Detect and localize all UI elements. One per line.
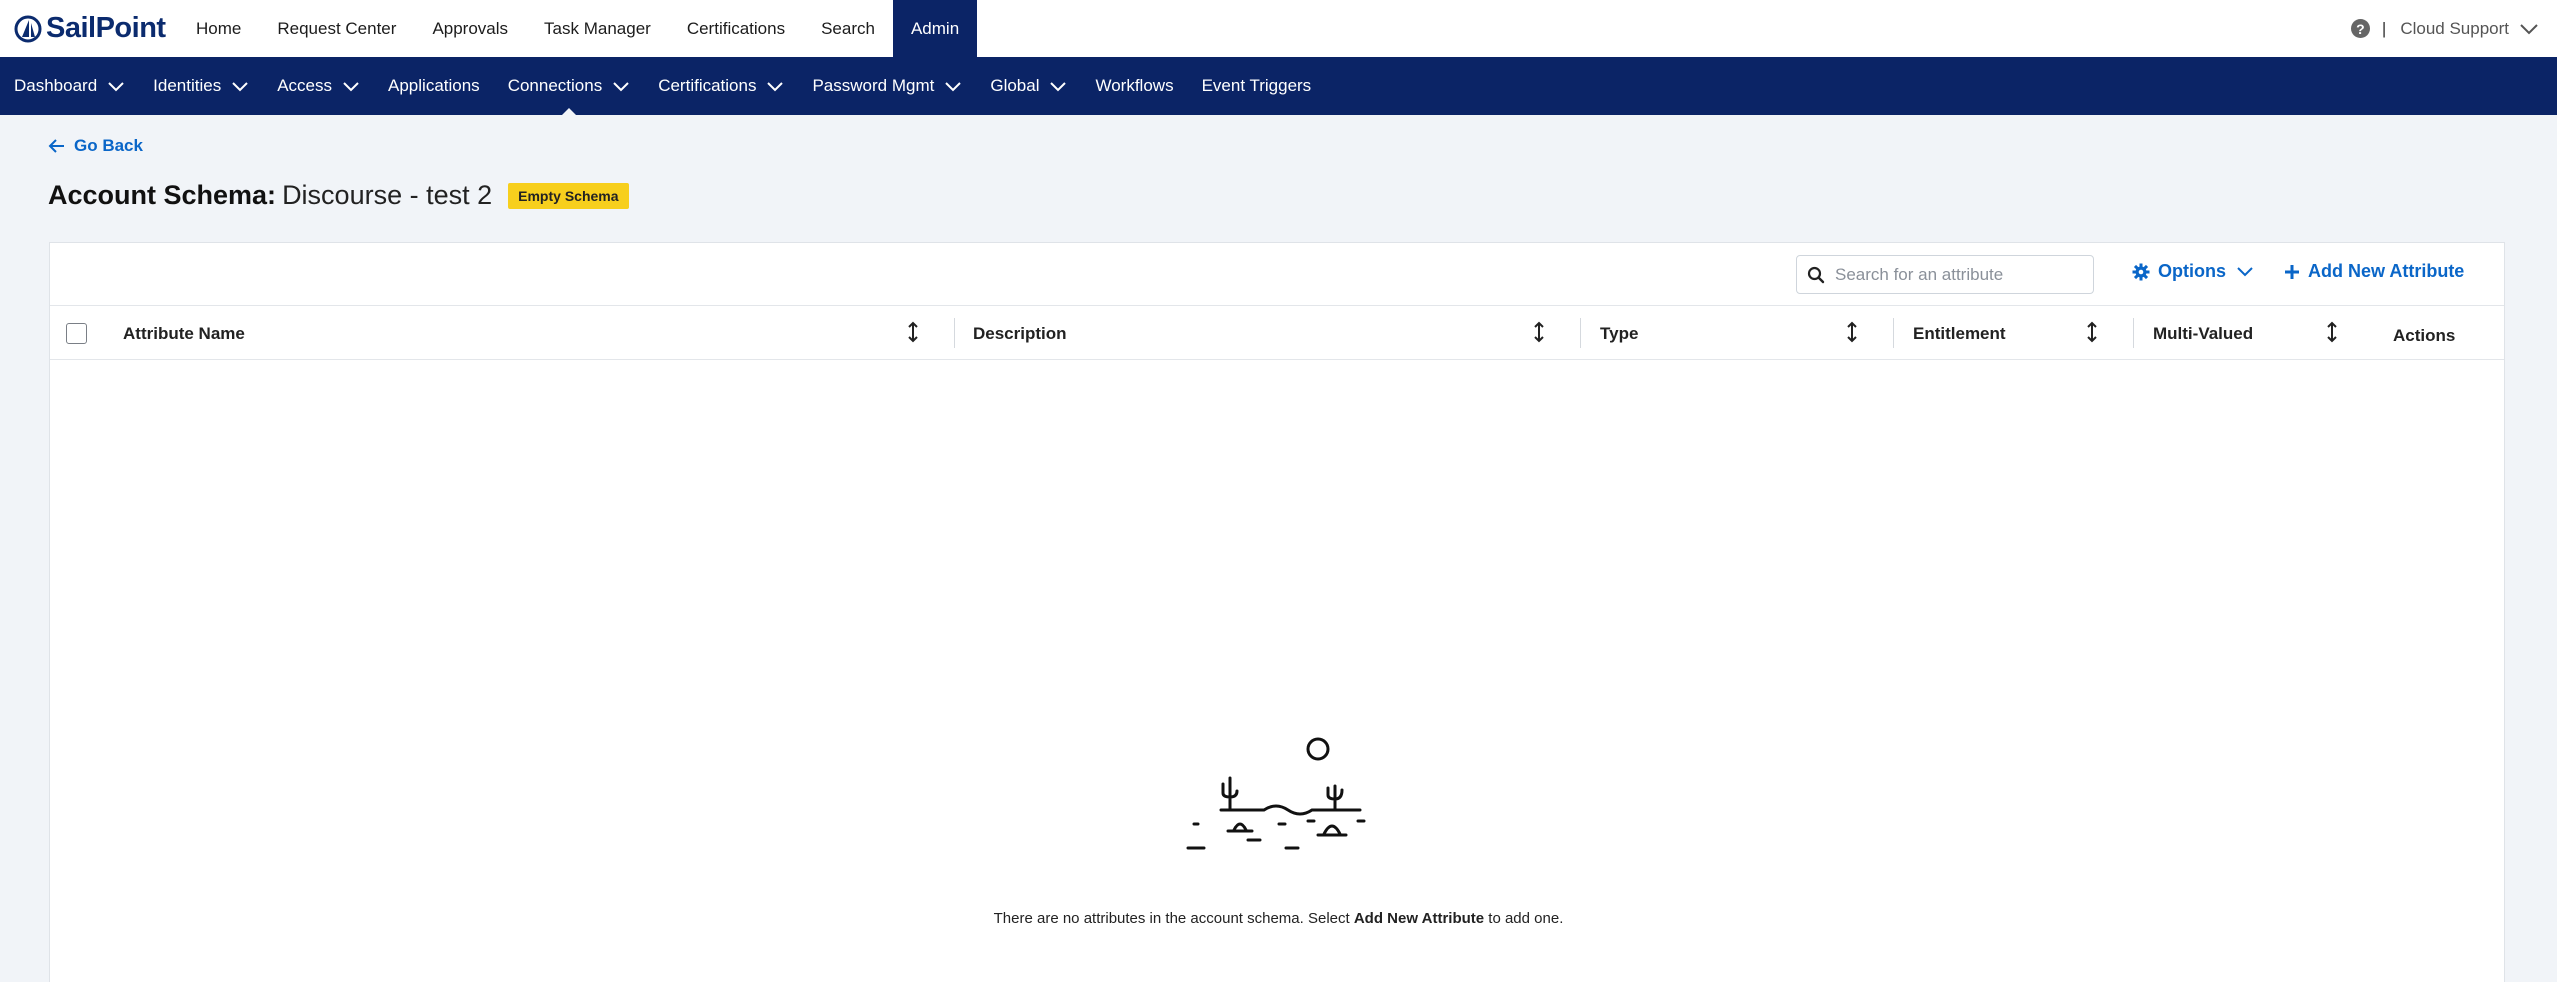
plus-icon bbox=[2285, 264, 2299, 279]
column-divider bbox=[1893, 318, 1894, 348]
column-header-attribute-name[interactable]: Attribute Name bbox=[123, 306, 245, 361]
sub-nav-identities[interactable]: Identities bbox=[139, 57, 263, 115]
user-menu-label[interactable]: Cloud Support bbox=[2400, 19, 2509, 39]
sub-nav-connections[interactable]: Connections bbox=[494, 57, 645, 115]
column-header-description[interactable]: Description bbox=[973, 306, 1067, 361]
chevron-down-icon bbox=[107, 81, 125, 92]
sailpoint-logo[interactable]: SailPoint bbox=[0, 0, 170, 57]
chevron-down-icon bbox=[766, 81, 784, 92]
sort-icon[interactable] bbox=[2086, 320, 2098, 344]
empty-message-text-end: to add one. bbox=[1484, 910, 1564, 927]
sub-nav-access[interactable]: Access bbox=[263, 57, 374, 115]
top-nav: Home Request Center Approvals Task Manag… bbox=[178, 0, 978, 57]
chevron-down-icon bbox=[1049, 81, 1067, 92]
top-right-area: ? | Cloud Support bbox=[2350, 0, 2539, 57]
column-header-type[interactable]: Type bbox=[1600, 306, 1638, 361]
table-toolbar: Options Add New Attribute bbox=[50, 243, 2504, 305]
sub-nav-password-mgmt[interactable]: Password Mgmt bbox=[798, 57, 976, 115]
top-nav-admin[interactable]: Admin bbox=[892, 0, 978, 57]
column-divider bbox=[954, 318, 955, 348]
sailpoint-logo-icon bbox=[14, 15, 42, 42]
chevron-down-icon bbox=[944, 81, 962, 92]
add-new-attribute-label: Add New Attribute bbox=[2308, 261, 2465, 281]
top-bar: SailPoint Home Request Center Approvals … bbox=[0, 0, 2557, 57]
status-badge: Empty Schema bbox=[508, 182, 629, 209]
add-new-attribute-button[interactable]: Add New Attribute bbox=[2284, 261, 2464, 282]
sub-nav-label: Connections bbox=[507, 76, 603, 95]
table-header: Attribute Name Description Type Entitlem… bbox=[50, 305, 2504, 360]
top-nav-approvals[interactable]: Approvals bbox=[414, 0, 526, 57]
page-title-name: Discourse - test 2 bbox=[282, 180, 493, 210]
sub-nav-dashboard[interactable]: Dashboard bbox=[0, 57, 139, 115]
gear-icon bbox=[2132, 263, 2150, 280]
column-divider bbox=[1580, 318, 1581, 348]
sub-nav-label: Dashboard bbox=[14, 76, 98, 95]
search-box[interactable] bbox=[1796, 255, 2094, 294]
sub-nav-applications[interactable]: Applications bbox=[374, 57, 494, 115]
go-back-label: Go Back bbox=[74, 136, 143, 155]
sub-nav-label: Access bbox=[277, 76, 333, 95]
top-nav-task-manager[interactable]: Task Manager bbox=[526, 0, 669, 57]
chevron-down-icon bbox=[231, 81, 249, 92]
empty-desert-illustration bbox=[1186, 737, 1366, 850]
options-label: Options bbox=[2158, 261, 2226, 281]
page-title-prefix: Account Schema: bbox=[48, 180, 277, 210]
sub-nav-global[interactable]: Global bbox=[976, 57, 1081, 115]
brand-name: SailPoint bbox=[46, 12, 166, 44]
sub-nav-workflows[interactable]: Workflows bbox=[1081, 57, 1187, 115]
empty-message-text: There are no attributes in the account s… bbox=[993, 910, 1354, 927]
top-nav-home[interactable]: Home bbox=[178, 0, 259, 57]
top-nav-certifications[interactable]: Certifications bbox=[669, 0, 803, 57]
column-header-multi-valued[interactable]: Multi-Valued bbox=[2153, 306, 2253, 361]
chevron-down-icon bbox=[342, 81, 360, 92]
help-icon[interactable]: ? bbox=[2350, 19, 2370, 38]
sub-nav-label: Event Triggers bbox=[1201, 76, 1312, 95]
sort-icon[interactable] bbox=[1846, 320, 1858, 344]
sub-nav-label: Workflows bbox=[1095, 76, 1174, 95]
chevron-down-icon bbox=[2237, 267, 2253, 277]
sub-nav-label: Applications bbox=[388, 76, 480, 95]
column-divider bbox=[2133, 318, 2134, 348]
arrow-left-icon bbox=[48, 139, 64, 153]
go-back-link[interactable]: Go Back bbox=[48, 136, 143, 156]
page-title: Account Schema: Discourse - test 2 Empty… bbox=[48, 180, 629, 211]
search-input[interactable] bbox=[1835, 264, 2075, 285]
sort-icon[interactable] bbox=[907, 320, 919, 344]
divider: | bbox=[2381, 18, 2387, 38]
admin-sub-nav: Dashboard Identities Access Applications… bbox=[0, 57, 2557, 115]
sub-nav-label: Global bbox=[990, 76, 1040, 95]
chevron-down-icon bbox=[612, 81, 630, 92]
top-nav-search[interactable]: Search bbox=[803, 0, 893, 57]
sub-nav-label: Password Mgmt bbox=[812, 76, 935, 95]
empty-message-action: Add New Attribute bbox=[1353, 910, 1485, 927]
active-indicator bbox=[561, 108, 576, 115]
sub-nav-event-triggers[interactable]: Event Triggers bbox=[1188, 57, 1326, 115]
sort-icon[interactable] bbox=[1533, 320, 1545, 344]
options-button[interactable]: Options bbox=[2132, 261, 2254, 282]
column-header-actions: Actions bbox=[2393, 325, 2456, 345]
select-all-checkbox[interactable] bbox=[66, 323, 87, 344]
column-header-entitlement[interactable]: Entitlement bbox=[1913, 306, 2006, 361]
top-nav-request-center[interactable]: Request Center bbox=[259, 0, 414, 57]
schema-table-panel: Options Add New Attribute Attribute Name… bbox=[49, 242, 2505, 982]
search-icon bbox=[1807, 266, 1825, 283]
sub-nav-label: Identities bbox=[153, 76, 222, 95]
sub-nav-certifications[interactable]: Certifications bbox=[644, 57, 798, 115]
empty-state-message: There are no attributes in the account s… bbox=[0, 910, 2557, 927]
chevron-down-icon[interactable] bbox=[2519, 23, 2539, 35]
sort-icon[interactable] bbox=[2326, 320, 2338, 344]
sub-nav-label: Certifications bbox=[658, 76, 757, 95]
